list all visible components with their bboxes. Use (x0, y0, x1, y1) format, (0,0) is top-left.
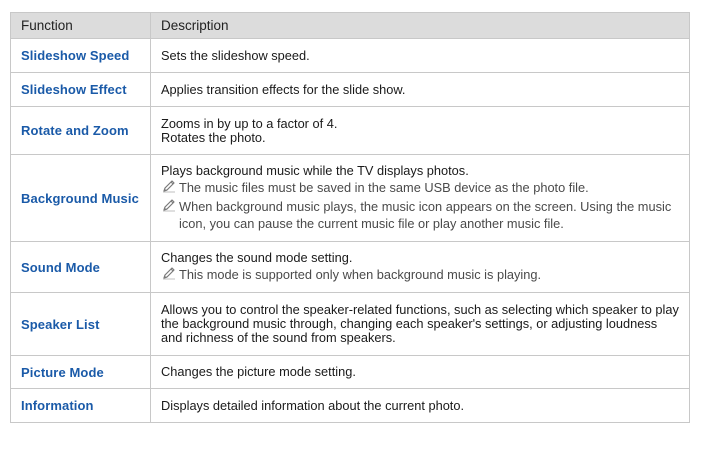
function-table-container: Function Description Slideshow Speed Sets… (10, 12, 690, 423)
table-row: Background Music Plays background music w… (10, 154, 690, 242)
table-header-row: Function Description (10, 12, 690, 39)
note-text: When background music plays, the music i… (179, 199, 672, 231)
function-description: Changes the picture mode setting. (150, 355, 690, 389)
function-table: Function Description Slideshow Speed Sets… (10, 12, 690, 423)
description-note: This mode is supported only when backgro… (161, 266, 679, 283)
function-description: Zooms in by up to a factor of 4. Rotates … (150, 106, 690, 155)
function-name: Rotate and Zoom (10, 106, 151, 155)
description-line: Zooms in by up to a factor of 4. (161, 115, 338, 131)
function-name: Picture Mode (10, 355, 151, 389)
table-row: Sound Mode Changes the sound mode setting… (10, 241, 690, 293)
pencil-note-icon (163, 199, 175, 212)
note-text: The music files must be saved in the sam… (179, 180, 589, 195)
description-line: Sets the slideshow speed. (161, 47, 310, 63)
function-name: Slideshow Effect (10, 72, 151, 107)
function-description: Plays background music while the TV disp… (150, 154, 690, 242)
header-description: Description (150, 12, 690, 39)
header-function: Function (10, 12, 151, 39)
table-row: Slideshow Speed Sets the slideshow speed. (10, 38, 690, 73)
table-row: Rotate and Zoom Zooms in by up to a facto… (10, 106, 690, 155)
description-line: Changes the sound mode setting. (161, 250, 353, 265)
table-body: Slideshow Speed Sets the slideshow speed.… (10, 38, 690, 423)
description-line: Applies transition effects for the slide… (161, 81, 406, 97)
description-line: Plays background music while the TV disp… (161, 163, 469, 178)
function-name: Speaker List (10, 292, 151, 356)
table-row: Information Displays detailed information… (10, 388, 690, 423)
description-note: When background music plays, the music i… (161, 198, 679, 232)
function-description: Sets the slideshow speed. (150, 38, 690, 73)
function-description: Changes the sound mode setting. This mode… (150, 241, 690, 293)
function-description: Allows you to control the speaker-relate… (150, 292, 690, 356)
pencil-note-icon (163, 180, 175, 193)
description-note: The music files must be saved in the sam… (161, 179, 679, 196)
function-description: Displays detailed information about the … (150, 388, 690, 423)
function-name: Sound Mode (10, 241, 151, 293)
table-row: Slideshow Effect Applies transition effec… (10, 72, 690, 107)
function-name: Information (10, 388, 151, 423)
description-line: Changes the picture mode setting. (161, 364, 356, 379)
pencil-note-icon (163, 267, 175, 280)
function-name: Slideshow Speed (10, 38, 151, 73)
description-line: Displays detailed information about the … (161, 397, 465, 413)
function-name: Background Music (10, 154, 151, 242)
table-row: Picture Mode Changes the picture mode set… (10, 355, 690, 389)
description-line: Rotates the photo. (161, 129, 266, 145)
table-row: Speaker List Allows you to control the sp… (10, 292, 690, 356)
description-line: Allows you to control the speaker-relate… (161, 302, 679, 345)
function-description: Applies transition effects for the slide… (150, 72, 690, 107)
note-text: This mode is supported only when backgro… (179, 267, 542, 282)
